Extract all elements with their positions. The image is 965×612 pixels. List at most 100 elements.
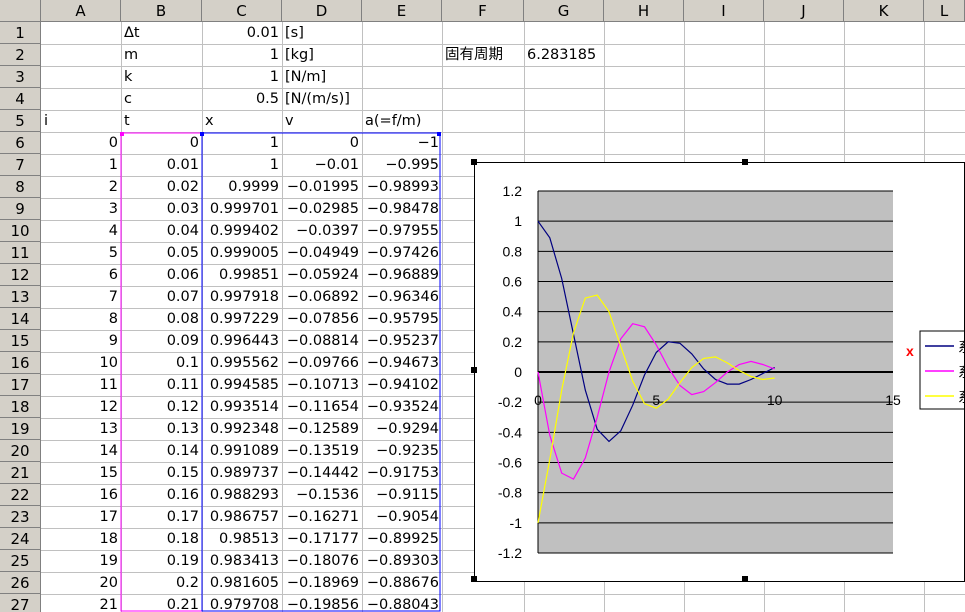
column-header-a[interactable]: A	[41, 0, 121, 22]
cell-t[interactable]: 0.1	[121, 352, 202, 374]
row-header-27[interactable]: 27	[0, 594, 41, 612]
row-header-8[interactable]: 8	[0, 176, 41, 198]
cell-i[interactable]: 14	[41, 440, 121, 462]
cell-v[interactable]: −0.13519	[282, 440, 362, 462]
cell-x[interactable]: 0.991089	[202, 440, 282, 462]
cell-x[interactable]: 0.988293	[202, 484, 282, 506]
cell-a[interactable]: −0.95237	[362, 330, 442, 352]
cell-i[interactable]: 13	[41, 418, 121, 440]
column-header-e[interactable]: E	[362, 0, 442, 22]
cell-a[interactable]: −0.96346	[362, 286, 442, 308]
cell-t[interactable]: 0.06	[121, 264, 202, 286]
cell-v[interactable]: −0.02985	[282, 198, 362, 220]
header-t[interactable]: t	[121, 110, 202, 132]
cell-i[interactable]: 21	[41, 594, 121, 612]
header-a[interactable]: a(=f/m)	[362, 110, 442, 132]
cell-a[interactable]: −0.9115	[362, 484, 442, 506]
column-header-i[interactable]: I	[684, 0, 764, 22]
chart-resize-handle-ml[interactable]	[471, 367, 477, 373]
cell-x[interactable]: 0.995562	[202, 352, 282, 374]
column-header-h[interactable]: H	[604, 0, 684, 22]
cell-x[interactable]: 0.994585	[202, 374, 282, 396]
cell-v[interactable]: −0.04949	[282, 242, 362, 264]
cell-a[interactable]: −0.94102	[362, 374, 442, 396]
cell-x[interactable]: 0.997229	[202, 308, 282, 330]
cell-i[interactable]: 4	[41, 220, 121, 242]
param-name-m[interactable]: m	[121, 44, 202, 66]
column-header-f[interactable]: F	[442, 0, 524, 22]
cell-a[interactable]: −0.89303	[362, 550, 442, 572]
cell-t[interactable]: 0.21	[121, 594, 202, 612]
column-header-k[interactable]: K	[844, 0, 924, 22]
cell-x[interactable]: 0.9999	[202, 176, 282, 198]
cell-v[interactable]: −0.10713	[282, 374, 362, 396]
cell-v[interactable]: −0.17177	[282, 528, 362, 550]
row-header-26[interactable]: 26	[0, 572, 41, 594]
cell-v[interactable]: −0.05924	[282, 264, 362, 286]
cell-i[interactable]: 18	[41, 528, 121, 550]
cell-x[interactable]: 0.983413	[202, 550, 282, 572]
cell-i[interactable]: 11	[41, 374, 121, 396]
cell-a[interactable]: −0.88043	[362, 594, 442, 612]
param-value-dt[interactable]: 0.01	[202, 22, 282, 44]
row-header-1[interactable]: 1	[0, 22, 41, 44]
cell-a[interactable]: −0.94673	[362, 352, 442, 374]
row-header-17[interactable]: 17	[0, 374, 41, 396]
cell-v[interactable]: −0.08814	[282, 330, 362, 352]
cell-t[interactable]: 0.18	[121, 528, 202, 550]
cell-v[interactable]: −0.1536	[282, 484, 362, 506]
cell-x[interactable]: 0.999402	[202, 220, 282, 242]
cell-a[interactable]: −0.995	[362, 154, 442, 176]
chart-resize-handle-tc[interactable]	[742, 159, 748, 165]
cell-t[interactable]: 0.07	[121, 286, 202, 308]
cell-v[interactable]: −0.14442	[282, 462, 362, 484]
row-header-12[interactable]: 12	[0, 264, 41, 286]
cell-a[interactable]: −0.97426	[362, 242, 442, 264]
cell-i[interactable]: 12	[41, 396, 121, 418]
column-header-g[interactable]: G	[524, 0, 604, 22]
row-header-15[interactable]: 15	[0, 330, 41, 352]
cell-i[interactable]: 8	[41, 308, 121, 330]
cell-i[interactable]: 10	[41, 352, 121, 374]
cell-v[interactable]: −0.19856	[282, 594, 362, 612]
row-header-4[interactable]: 4	[0, 88, 41, 110]
cell-x[interactable]: 0.981605	[202, 572, 282, 594]
cell-i[interactable]: 2	[41, 176, 121, 198]
cell-x[interactable]: 0.979708	[202, 594, 282, 612]
row-header-24[interactable]: 24	[0, 528, 41, 550]
param-value-k[interactable]: 1	[202, 66, 282, 88]
cell-i[interactable]: 15	[41, 462, 121, 484]
cell-a[interactable]: −0.91753	[362, 462, 442, 484]
natural-period-value[interactable]: 6.283185	[524, 44, 614, 66]
row-header-23[interactable]: 23	[0, 506, 41, 528]
row-header-10[interactable]: 10	[0, 220, 41, 242]
chart-resize-handle-bl[interactable]	[471, 576, 477, 582]
cell-a[interactable]: −0.98993	[362, 176, 442, 198]
cell-t[interactable]: 0.03	[121, 198, 202, 220]
cell-t[interactable]: 0.11	[121, 374, 202, 396]
column-header-d[interactable]: D	[282, 0, 362, 22]
param-value-m[interactable]: 1	[202, 44, 282, 66]
column-header-c[interactable]: C	[202, 0, 282, 22]
cell-t[interactable]: 0.17	[121, 506, 202, 528]
cell-x[interactable]: 0.997918	[202, 286, 282, 308]
cell-a[interactable]: −0.9294	[362, 418, 442, 440]
row-header-20[interactable]: 20	[0, 440, 41, 462]
column-header-l[interactable]: L	[924, 0, 965, 22]
cell-v[interactable]: −0.06892	[282, 286, 362, 308]
cell-t[interactable]: 0.13	[121, 418, 202, 440]
cell-v[interactable]: −0.07856	[282, 308, 362, 330]
cell-v[interactable]: 0	[282, 132, 362, 154]
cell-t[interactable]: 0.02	[121, 176, 202, 198]
row-header-11[interactable]: 11	[0, 242, 41, 264]
header-i[interactable]: i	[41, 110, 121, 132]
cell-i[interactable]: 6	[41, 264, 121, 286]
row-header-19[interactable]: 19	[0, 418, 41, 440]
cell-x[interactable]: 0.999701	[202, 198, 282, 220]
cell-x[interactable]: 1	[202, 154, 282, 176]
param-value-c[interactable]: 0.5	[202, 88, 282, 110]
header-v[interactable]: v	[282, 110, 362, 132]
cell-t[interactable]: 0.14	[121, 440, 202, 462]
cell-i[interactable]: 3	[41, 198, 121, 220]
row-header-5[interactable]: 5	[0, 110, 41, 132]
